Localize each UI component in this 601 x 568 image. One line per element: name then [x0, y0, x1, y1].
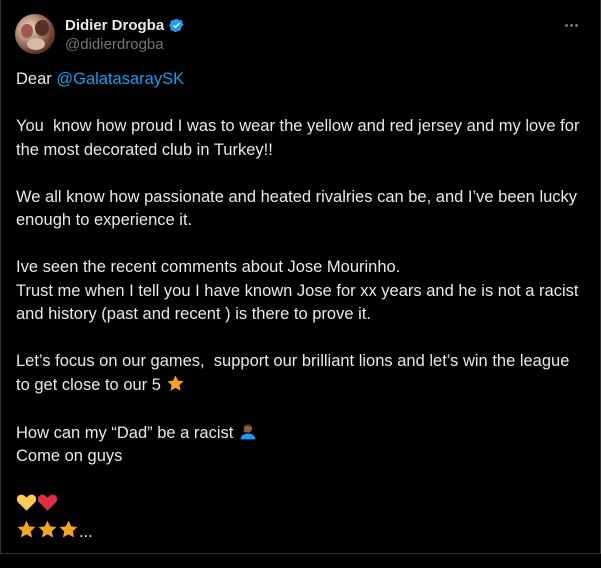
paragraph-5-line-2: Come on guys: [16, 447, 123, 465]
verified-badge-icon: [169, 18, 184, 32]
paragraph-1: You know how proud I was to wear the yel…: [16, 117, 585, 159]
paragraph-3-line-1: Ive seen the recent comments about Jose …: [16, 258, 401, 276]
avatar[interactable]: [15, 14, 55, 54]
author-name-row: Didier Drogba: [65, 15, 185, 35]
paragraph-3-line-2: Trust me when I tell you I have known Jo…: [16, 281, 584, 324]
greeting-prefix: Dear: [16, 70, 57, 88]
yellow-heart-icon: [16, 494, 37, 511]
person-facepalm-icon: [240, 423, 256, 439]
star-icon: [59, 520, 78, 538]
star-icon: [17, 520, 36, 538]
star-icon: [166, 374, 184, 391]
greeting: Dear @GalatasaraySK: [16, 68, 582, 92]
more-options-icon[interactable]: [562, 16, 580, 34]
paragraph-5: How can my “Dad” be a racist Come on guy…: [16, 421, 582, 469]
tweet-header: Didier Drogba @didierdrogba: [15, 12, 586, 58]
emoji-hearts: [16, 492, 582, 517]
red-heart-icon: [37, 494, 58, 511]
paragraph-4-text: Let’s focus on our games, support our br…: [16, 352, 574, 394]
paragraph-3: Ive seen the recent comments about Jose …: [16, 256, 582, 327]
star-icon: [38, 520, 57, 538]
emoji-stars: ...: [16, 519, 582, 545]
paragraph-5-line-1: How can my “Dad” be a racist: [16, 423, 238, 442]
ellipsis: ...: [79, 522, 93, 541]
paragraph-4: Let’s focus on our games, support our br…: [16, 350, 582, 397]
tweet-card: Didier Drogba @didierdrogba Dear @Galata…: [0, 0, 601, 554]
tweet-text: Dear @GalatasaraySK You know how proud I…: [16, 68, 582, 568]
paragraph-2: We all know how passionate and heated ri…: [16, 187, 582, 230]
author-display-name[interactable]: Didier Drogba: [65, 17, 164, 34]
mention-link[interactable]: @GalatasaraySK: [56, 70, 184, 88]
author-handle[interactable]: @didierdrogba: [65, 36, 164, 53]
